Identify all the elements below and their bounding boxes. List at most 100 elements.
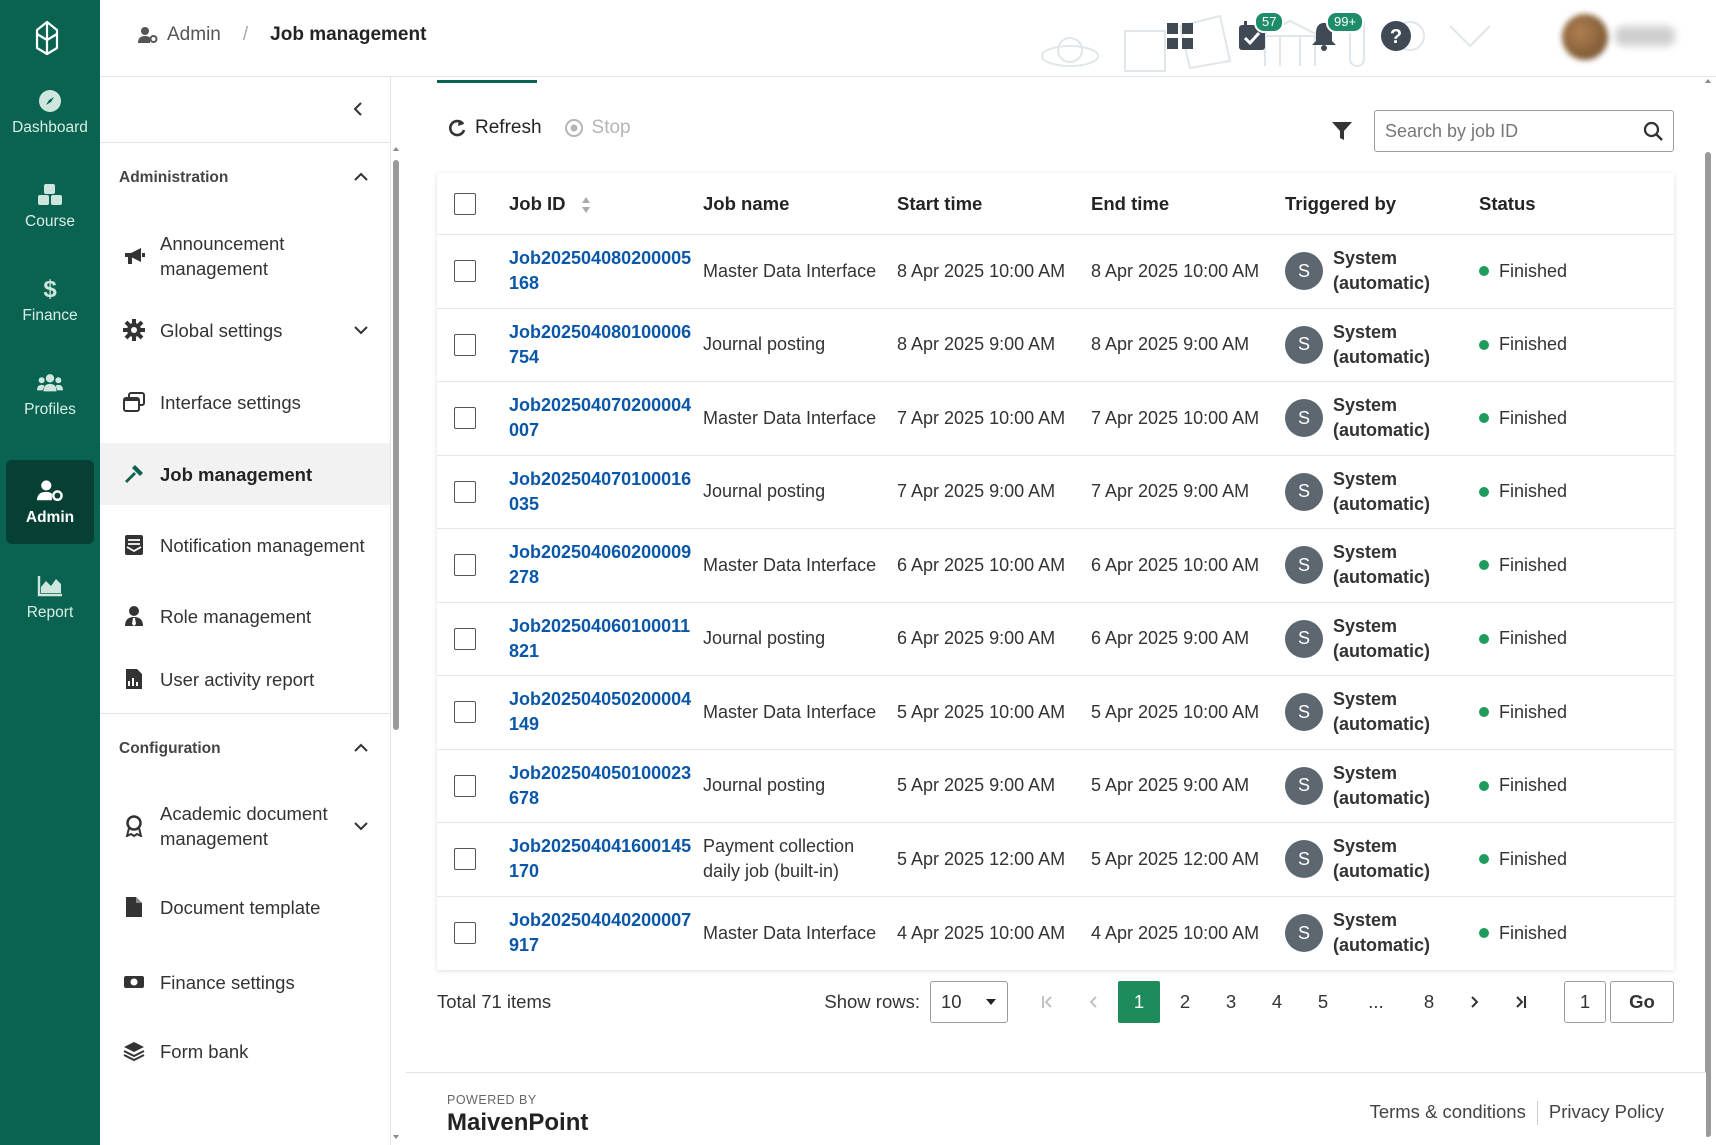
rail-item-course[interactable]: Course [6,164,94,248]
sidebar-item-label: Form bank [160,1040,249,1062]
job-id-link[interactable]: Job202504070100016035 [509,467,703,517]
user-avatar[interactable] [1562,14,1608,60]
table-row[interactable]: Job202504040200007917 Master Data Interfa… [437,897,1674,971]
sidebar-item-role-management[interactable]: Role management [100,585,390,647]
sidebar-item-notification-management[interactable]: Notification management [100,505,390,585]
chevron-down-icon[interactable] [354,818,368,834]
status-badge: Finished [1479,775,1674,796]
privacy-link[interactable]: Privacy Policy [1549,1101,1664,1125]
sidebar-item-academic-document-management[interactable]: Academic document management [100,784,390,868]
rail-item-report[interactable]: Report [6,555,94,639]
job-id-link[interactable]: Job202504080200005168 [509,246,703,296]
row-checkbox[interactable] [454,333,476,356]
rail-item-profiles[interactable]: Profiles [6,352,94,436]
row-checkbox[interactable] [454,774,476,797]
apps-grid-icon[interactable] [1162,18,1198,54]
row-checkbox[interactable] [454,480,476,503]
table-row[interactable]: Job202504060100011821 Journal posting 6 Ap… [437,603,1674,676]
trigger-name: System (automatic) [1333,468,1431,514]
table-row[interactable]: Job202504080100006754 Journal posting 8 Ap… [437,309,1674,382]
page-ellipsis[interactable]: ... [1348,981,1404,1023]
job-id-link[interactable]: Job202504060100011821 [509,614,703,664]
row-checkbox[interactable] [454,407,476,430]
prev-page-button[interactable] [1072,981,1114,1023]
table-row[interactable]: Job202504080200005168 Master Data Interfa… [437,235,1674,309]
row-checkbox[interactable] [454,701,476,724]
job-id-link[interactable]: Job202504070200004007 [509,393,703,443]
table-row[interactable]: Job202504050100023678 Journal posting 5 Ap… [437,750,1674,823]
search-input[interactable] [1385,120,1643,142]
job-id-link[interactable]: Job202504050100023678 [509,761,703,811]
go-button[interactable]: Go [1610,981,1674,1023]
page-button[interactable]: 3 [1210,981,1252,1023]
job-id-link[interactable]: Job202504050200004149 [509,687,703,737]
bell-icon[interactable]: 99+ [1306,11,1365,54]
refresh-button[interactable]: Refresh [447,117,542,139]
sidebar-item-job-management[interactable]: Job management [100,443,390,505]
stop-button[interactable]: Stop [564,117,631,139]
sidebar-item-interface-settings[interactable]: Interface settings [100,361,390,443]
side-scroll-thumb[interactable] [393,160,399,730]
sidebar-item-finance-settings[interactable]: Finance settings [100,946,390,1018]
column-header-job-id[interactable]: Job ID [509,193,703,215]
column-header-job-name: Job name [703,192,790,214]
sidebar-item-document-template[interactable]: Document template [100,868,390,946]
help-icon[interactable]: ? [1378,18,1414,54]
row-checkbox[interactable] [454,848,476,871]
select-all-checkbox[interactable] [454,192,476,215]
status-text: Finished [1499,848,1568,869]
row-checkbox[interactable] [454,260,476,283]
next-page-button[interactable] [1454,981,1496,1023]
rail-item-dashboard[interactable]: Dashboard [6,70,94,154]
table-row[interactable]: Job202504070200004007 Master Data Interfa… [437,382,1674,456]
filter-icon[interactable] [1331,120,1353,147]
sort-icon[interactable] [581,196,591,214]
sidebar-item-user-activity-report[interactable]: User activity report [100,647,390,711]
main-scrollbar[interactable] [1704,77,1712,1145]
job-id-link[interactable]: Job202504041600145170 [509,834,703,884]
section-header-configuration[interactable]: Configuration [100,714,390,784]
sidebar-item-global-settings[interactable]: Global settings [100,299,390,361]
search-icon[interactable] [1643,121,1663,141]
sidebar-item-form-bank[interactable]: Form bank [100,1018,390,1084]
refresh-icon [449,119,466,137]
table-row[interactable]: Job202504070100016035 Journal posting 7 Ap… [437,456,1674,529]
end-time: 6 Apr 2025 10:00 AM [1091,554,1260,575]
job-id-link[interactable]: Job202504080100006754 [509,320,703,370]
status-dot-icon [1479,707,1489,718]
main-scroll-thumb[interactable] [1705,152,1711,1137]
page-button[interactable]: 2 [1164,981,1206,1023]
status-dot-icon [1479,560,1489,571]
section-header-administration[interactable]: Administration [100,143,390,213]
terms-link[interactable]: Terms & conditions [1370,1101,1526,1125]
app-logo[interactable] [30,18,64,58]
tasks-calendar-icon[interactable]: 57 [1234,11,1285,54]
first-page-button[interactable] [1026,981,1068,1023]
sidebar-item-announcement-management[interactable]: Announcement management [100,213,390,299]
page-button[interactable]: 4 [1256,981,1298,1023]
job-id-link[interactable]: Job202504040200007917 [509,908,703,958]
side-panel-scrollbar[interactable] [392,145,400,1145]
page-button[interactable]: 8 [1408,981,1450,1023]
chevron-up-icon[interactable] [354,740,368,758]
job-id-link[interactable]: Job202504060200009278 [509,540,703,590]
row-checkbox[interactable] [454,554,476,577]
row-checkbox[interactable] [454,922,476,945]
rail-item-finance[interactable]: $ Finance [6,258,94,342]
chevron-up-icon[interactable] [354,169,368,187]
page-button[interactable]: 1 [1118,981,1160,1023]
table-row[interactable]: Job202504041600145170 Payment collection … [437,823,1674,897]
breadcrumb-admin[interactable]: Admin [138,24,221,46]
rows-per-page-select[interactable]: 10 [930,981,1008,1023]
collapse-panel-icon[interactable] [352,101,364,122]
rail-item-admin[interactable]: Admin [6,460,94,544]
table-row[interactable]: Job202504050200004149 Master Data Interfa… [437,676,1674,750]
table-row[interactable]: Job202504060200009278 Master Data Interfa… [437,529,1674,603]
chevron-down-icon[interactable] [354,322,368,338]
row-checkbox[interactable] [454,627,476,650]
goto-page-input[interactable]: 1 [1564,981,1606,1023]
last-page-button[interactable] [1500,981,1542,1023]
user-name-blurred[interactable] [1615,26,1675,46]
page-button[interactable]: 5 [1302,981,1344,1023]
avatar: S [1285,325,1323,364]
